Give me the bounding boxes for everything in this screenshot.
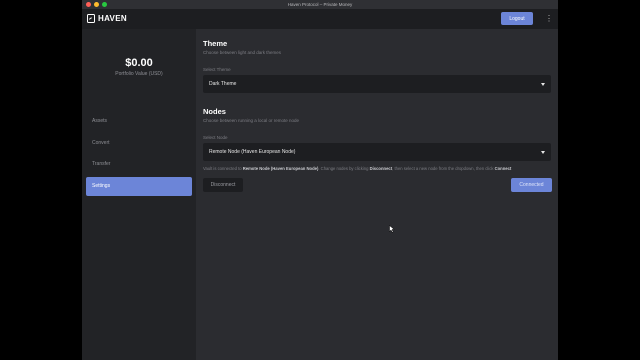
chevron-down-icon: [541, 150, 545, 154]
node-info-disconnect: Disconnect: [369, 166, 393, 171]
sidebar: $0.00 Portfolio Value (USD) Assets Conve…: [82, 29, 196, 360]
logo-text: HAVEN: [98, 14, 127, 23]
portfolio-balance-label: Portfolio Value (USD): [115, 71, 163, 77]
haven-logo-icon: [87, 14, 95, 23]
mouse-pointer-icon: [389, 225, 395, 233]
theme-section: Theme Choose between light and dark them…: [203, 39, 551, 55]
connected-button[interactable]: Connected: [511, 178, 552, 192]
window-controls: [86, 2, 107, 7]
nodes-heading: Nodes: [203, 107, 226, 116]
portfolio-summary: $0.00 Portfolio Value (USD): [82, 57, 196, 77]
theme-select[interactable]: Dark Theme: [203, 75, 551, 93]
theme-subtitle: Choose between light and dark themes: [203, 50, 282, 55]
node-field-label: Select Node: [203, 135, 228, 140]
disconnect-button[interactable]: Disconnect: [203, 178, 243, 192]
settings-panel: Theme Choose between light and dark them…: [196, 29, 558, 360]
zoom-window-icon[interactable]: [102, 2, 107, 7]
app-window: Haven Protocol – Private Money HAVEN Log…: [82, 0, 558, 360]
kebab-vertical-icon[interactable]: ⋮: [545, 13, 553, 25]
title-bar: Haven Protocol – Private Money: [82, 0, 558, 9]
theme-field-label: Select Theme: [203, 67, 231, 72]
node-field: Select Node Remote Node (Haven European …: [203, 135, 551, 161]
node-info-mid2: , then select a new node from the dropdo…: [392, 166, 495, 171]
window-title: Haven Protocol – Private Money: [287, 2, 353, 7]
logout-button[interactable]: Logout: [501, 12, 533, 25]
nodes-subtitle: Choose between running a local or remote…: [203, 118, 300, 123]
node-status-text: Vault is connected to Remote Node (Haven…: [203, 166, 551, 171]
sidebar-item-convert[interactable]: Convert: [86, 134, 192, 153]
node-actions: Disconnect Connected: [203, 178, 552, 192]
node-info-prefix: Vault is connected to: [203, 166, 243, 171]
sidebar-item-settings[interactable]: Settings: [86, 177, 192, 197]
node-info-connect: Connect: [494, 166, 512, 171]
node-info-node: Remote Node (Haven European Node): [242, 166, 319, 171]
theme-heading: Theme: [203, 39, 228, 48]
nodes-section: Nodes Choose between running a local or …: [203, 107, 551, 123]
node-select[interactable]: Remote Node (Haven European Node): [203, 143, 551, 161]
node-info-mid: . Change nodes by clicking: [318, 166, 370, 171]
node-select-value: Remote Node (Haven European Node): [209, 149, 296, 155]
app-header: HAVEN Logout ⋮: [82, 9, 558, 29]
sidebar-item-transfer[interactable]: Transfer: [86, 155, 192, 174]
theme-field: Select Theme Dark Theme: [203, 67, 551, 93]
portfolio-balance: $0.00: [125, 57, 153, 69]
minimize-window-icon[interactable]: [94, 2, 99, 7]
sidebar-item-assets[interactable]: Assets: [86, 112, 192, 131]
close-window-icon[interactable]: [86, 2, 91, 7]
sidebar-nav: Assets Convert Transfer Settings: [86, 112, 192, 199]
theme-select-value: Dark Theme: [209, 81, 237, 87]
haven-logo: HAVEN: [87, 14, 127, 23]
chevron-down-icon: [541, 82, 545, 86]
